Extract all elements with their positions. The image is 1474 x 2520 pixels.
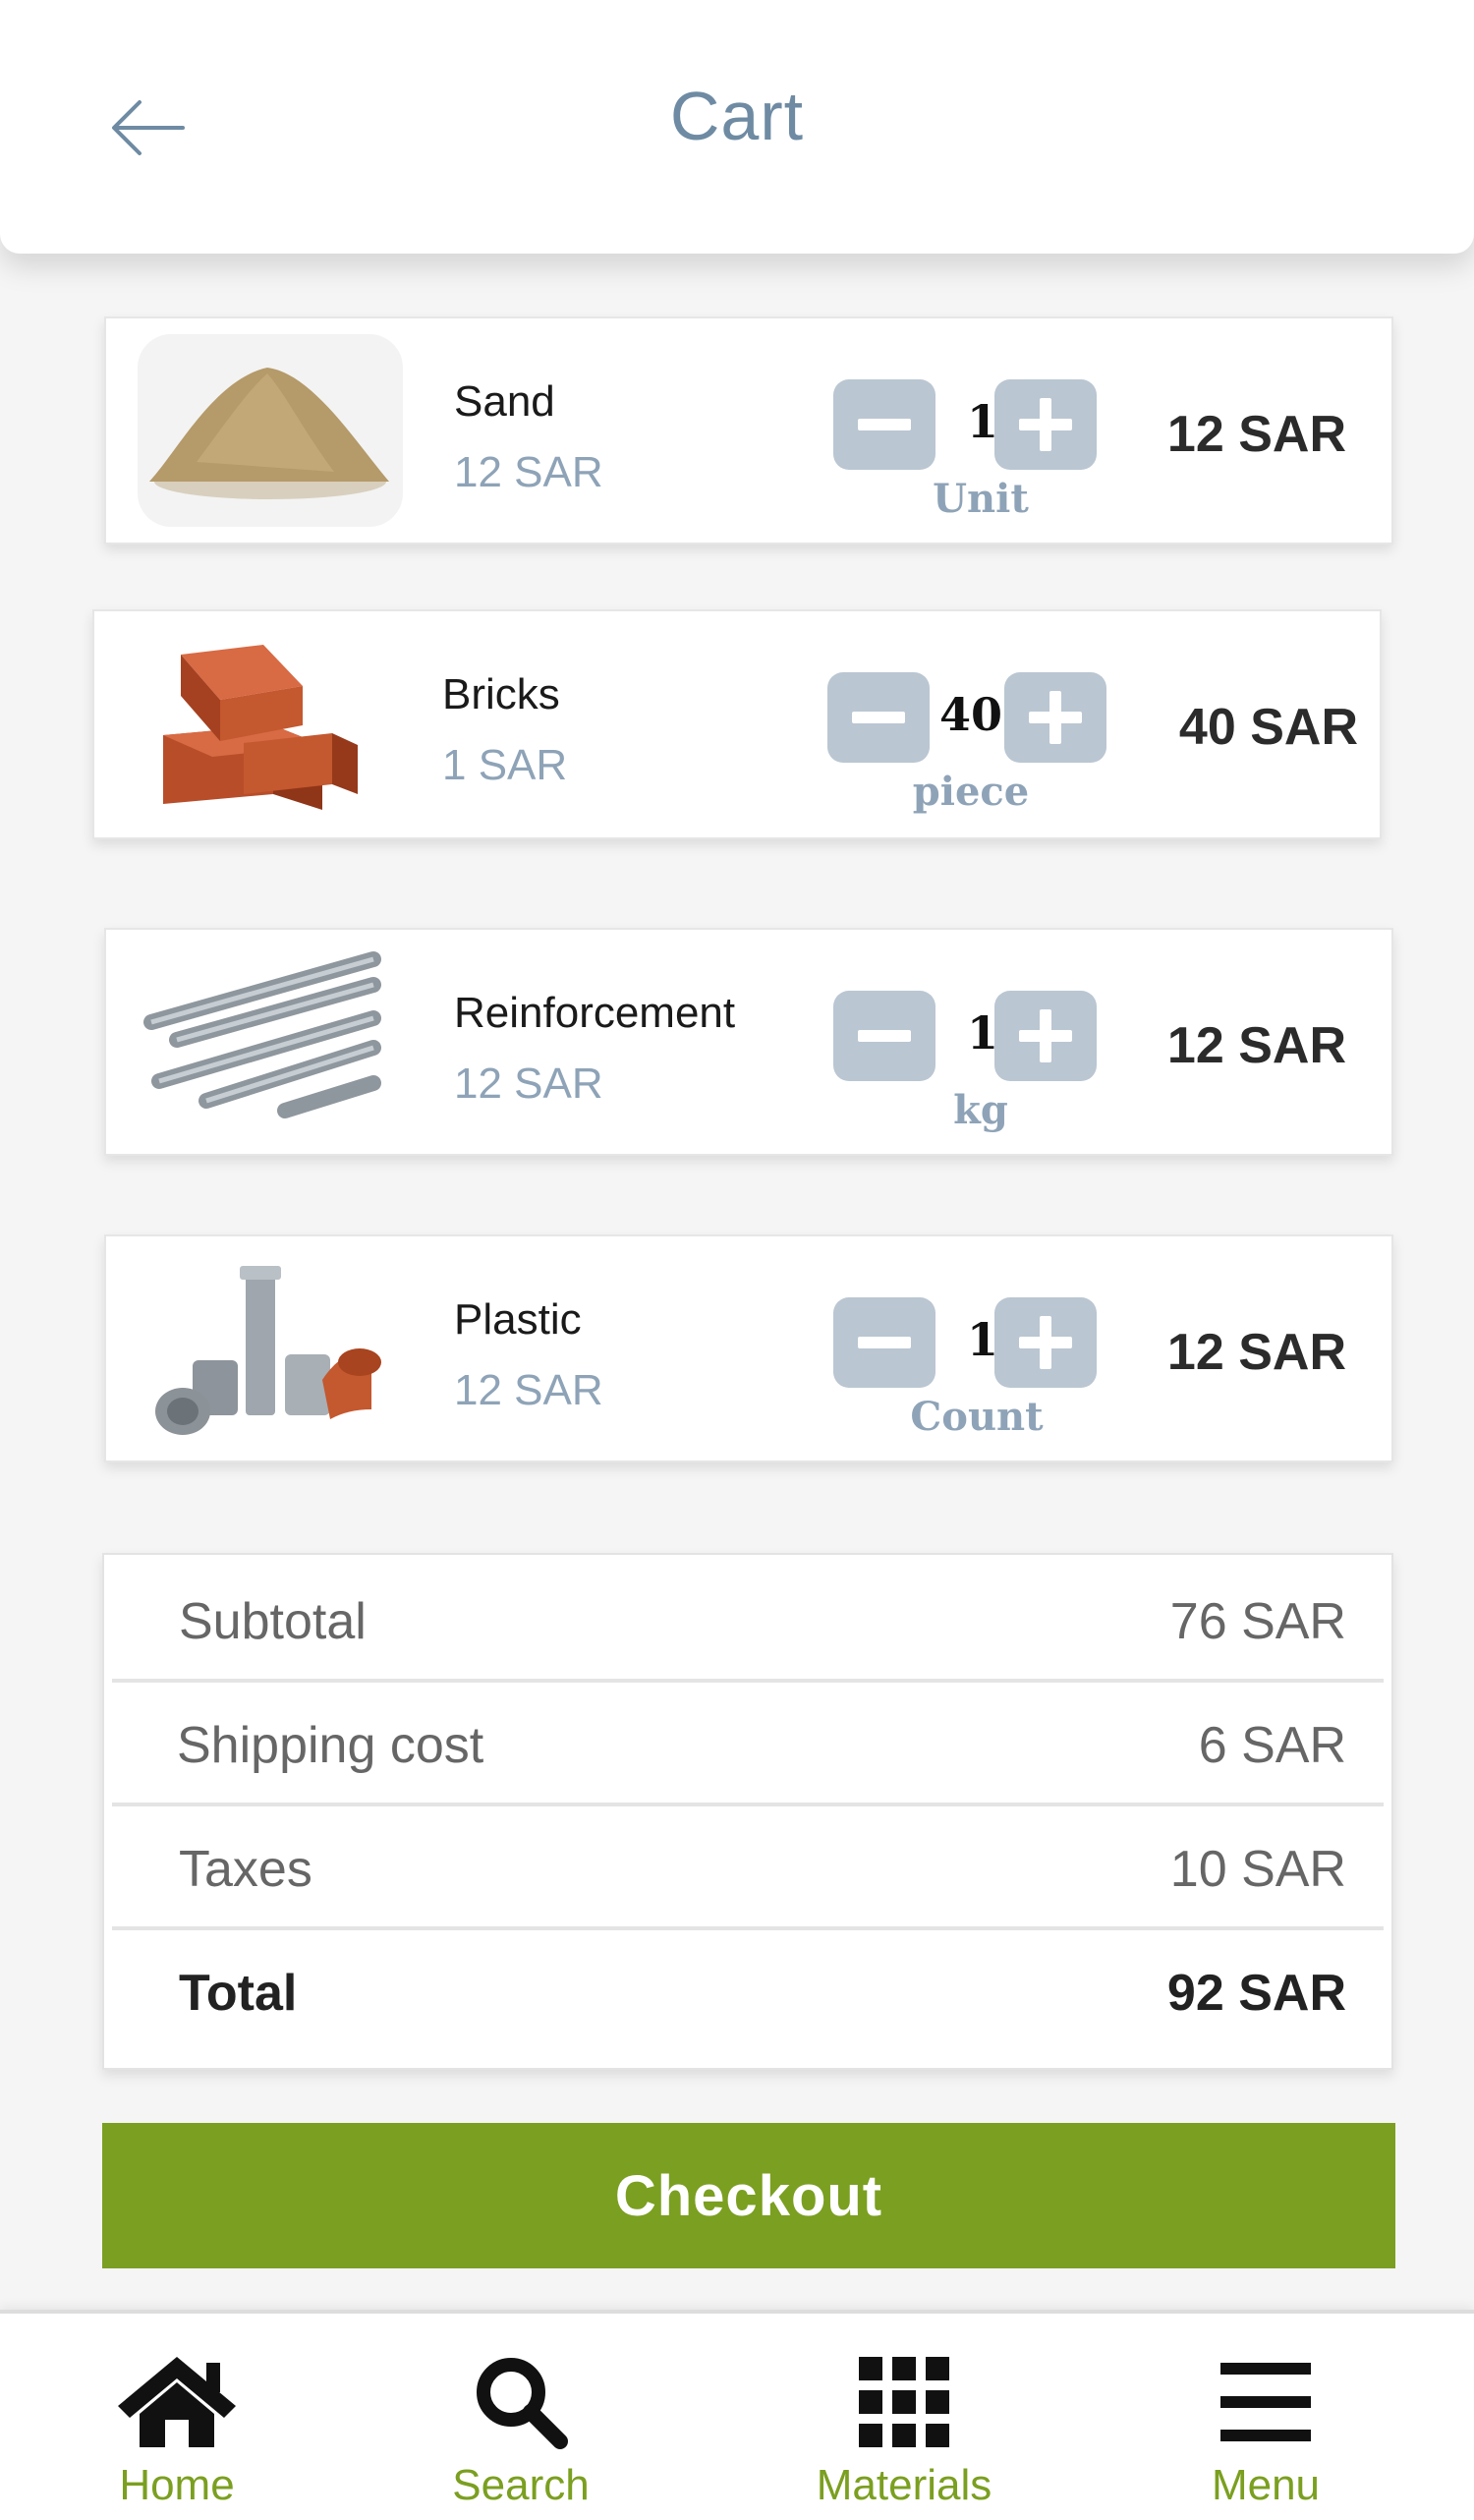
nav-home-label: Home: [119, 2461, 235, 2509]
decrease-quantity-button[interactable]: [827, 672, 930, 763]
subtotal-value: 76 SAR: [1169, 1593, 1346, 1650]
cart-item-bricks: Bricks 1 SAR 40 piece 40 SAR: [92, 609, 1382, 839]
search-icon: [477, 2358, 568, 2449]
bottom-navigation: Home Search Materials Menu: [0, 2310, 1474, 2520]
nav-materials-label: Materials: [816, 2461, 992, 2509]
nav-menu-label: Menu: [1211, 2461, 1321, 2509]
subtotal-row: Subtotal 76 SAR: [112, 1555, 1384, 1683]
nav-menu[interactable]: Menu: [1167, 2314, 1364, 2520]
plastic-pipes-image: [138, 1252, 403, 1445]
quantity-unit: Unit: [933, 476, 1029, 522]
item-line-total: 40 SAR: [1178, 699, 1358, 756]
nav-home[interactable]: Home: [79, 2314, 275, 2520]
plus-icon: [1019, 1316, 1072, 1369]
sand-pile-image: [138, 334, 403, 527]
item-line-total: 12 SAR: [1166, 406, 1346, 463]
decrease-quantity-button[interactable]: [833, 1297, 935, 1388]
shipping-row: Shipping cost 6 SAR: [112, 1679, 1384, 1806]
bricks-stack-image: [126, 627, 391, 820]
order-summary: Subtotal 76 SAR Shipping cost 6 SAR Taxe…: [102, 1553, 1393, 2070]
nav-search[interactable]: Search: [423, 2314, 619, 2520]
minus-icon: [858, 1030, 911, 1042]
item-name: Plastic: [454, 1295, 582, 1344]
item-unit-price: 12 SAR: [454, 1366, 603, 1414]
menu-icon: [1220, 2363, 1311, 2441]
decrease-quantity-button[interactable]: [833, 991, 935, 1081]
cart-item-sand: Sand 12 SAR 1 Unit 12 SAR: [104, 316, 1393, 544]
increase-quantity-button[interactable]: [994, 1297, 1097, 1388]
total-label: Total: [179, 1965, 298, 2022]
checkout-button[interactable]: Checkout: [102, 2123, 1395, 2268]
quantity-unit: Count: [910, 1394, 1044, 1440]
nav-search-label: Search: [452, 2461, 590, 2509]
taxes-label: Taxes: [179, 1841, 312, 1898]
steel-rebar-image: [138, 945, 403, 1138]
page-title: Cart: [669, 78, 805, 154]
item-name: Reinforcement: [454, 989, 736, 1037]
minus-icon: [858, 419, 911, 430]
quantity-value: 40: [938, 688, 1002, 741]
plus-icon: [1029, 691, 1082, 744]
item-line-total: 12 SAR: [1166, 1017, 1346, 1074]
nav-materials[interactable]: Materials: [786, 2314, 1022, 2520]
plus-icon: [1019, 1009, 1072, 1062]
item-unit-price: 12 SAR: [454, 448, 603, 496]
taxes-value: 10 SAR: [1169, 1841, 1346, 1898]
item-unit-price: 12 SAR: [454, 1060, 603, 1108]
shipping-label: Shipping cost: [177, 1717, 484, 1774]
cart-item-reinforcement: Reinforcement 12 SAR 1 kg 12 SAR: [104, 928, 1393, 1156]
taxes-row: Taxes 10 SAR: [112, 1803, 1384, 1930]
minus-icon: [852, 712, 905, 723]
plus-icon: [1019, 398, 1072, 451]
minus-icon: [858, 1337, 911, 1348]
cart-item-plastic: Plastic 12 SAR 1 Count 12 SAR: [104, 1234, 1393, 1462]
decrease-quantity-button[interactable]: [833, 379, 935, 470]
item-name: Bricks: [442, 670, 560, 718]
app-header: Cart: [0, 0, 1474, 254]
quantity-unit: piece: [912, 769, 1030, 815]
home-icon: [118, 2357, 236, 2447]
increase-quantity-button[interactable]: [994, 991, 1097, 1081]
item-name: Sand: [454, 377, 555, 426]
increase-quantity-button[interactable]: [994, 379, 1097, 470]
increase-quantity-button[interactable]: [1004, 672, 1106, 763]
total-value: 92 SAR: [1166, 1965, 1346, 2022]
grid-icon: [859, 2357, 949, 2447]
item-unit-price: 1 SAR: [442, 741, 568, 789]
shipping-value: 6 SAR: [1198, 1717, 1346, 1774]
total-row: Total 92 SAR: [112, 1926, 1384, 2050]
item-line-total: 12 SAR: [1166, 1324, 1346, 1381]
subtotal-label: Subtotal: [179, 1593, 367, 1650]
quantity-unit: kg: [953, 1087, 1008, 1133]
